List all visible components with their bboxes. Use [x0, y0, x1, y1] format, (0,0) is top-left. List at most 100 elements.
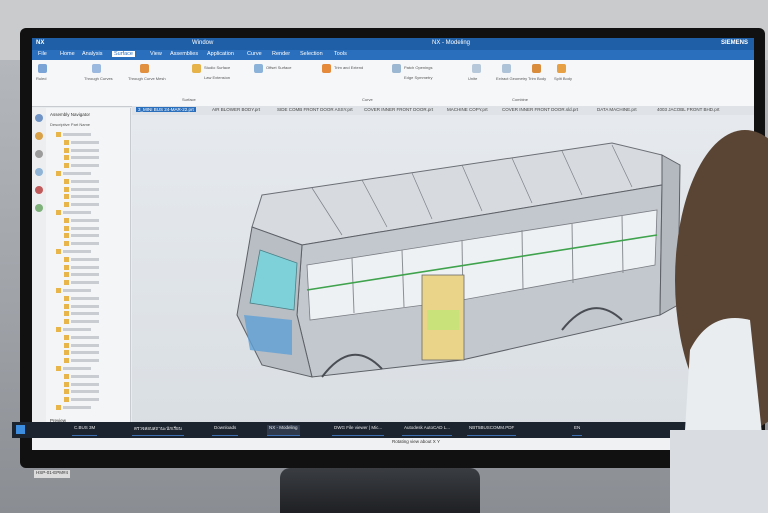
- tree-row[interactable]: [64, 217, 104, 224]
- tree-row[interactable]: [64, 147, 104, 154]
- assembly-navigator-icon[interactable]: [35, 114, 43, 122]
- tree-row[interactable]: [64, 139, 104, 146]
- folder-icon: [64, 350, 69, 356]
- menu-tools[interactable]: Tools: [334, 51, 347, 57]
- menu-view[interactable]: View: [150, 51, 162, 57]
- tree-row[interactable]: [56, 366, 96, 372]
- reuse-library-icon[interactable]: [35, 186, 43, 194]
- folder-icon: [64, 389, 69, 395]
- patch-openings-icon[interactable]: [392, 64, 401, 73]
- split-body-icon[interactable]: [557, 64, 566, 73]
- tree-row[interactable]: [64, 194, 104, 200]
- tree-row-label: [71, 398, 99, 402]
- tree-row[interactable]: [64, 303, 104, 310]
- through-curves-icon[interactable]: [92, 64, 101, 73]
- tree-row[interactable]: [64, 358, 104, 364]
- tree-row[interactable]: [64, 241, 104, 247]
- tree-row[interactable]: [56, 171, 96, 177]
- folder-icon: [56, 171, 61, 176]
- folder-icon: [64, 295, 69, 301]
- menu-home[interactable]: Home: [60, 51, 75, 57]
- taskbar-item[interactable]: NX - Modeling: [267, 425, 300, 436]
- trim-body-icon[interactable]: [532, 64, 541, 73]
- trim-extend-icon[interactable]: [322, 64, 331, 73]
- folder-icon: [56, 249, 61, 254]
- file-tab[interactable]: SIDE COMB FRONT DOOR ASSY.prt: [277, 107, 353, 112]
- tree-row[interactable]: [64, 342, 104, 349]
- tree-row[interactable]: [64, 389, 104, 395]
- unite-icon[interactable]: [472, 64, 481, 73]
- window-menu[interactable]: Window: [192, 40, 213, 46]
- asset-sticker: HSP-01-EPM#4: [34, 470, 70, 478]
- menu-analysis[interactable]: Analysis: [82, 51, 102, 57]
- folder-icon: [56, 288, 61, 293]
- tree-row[interactable]: [64, 397, 104, 403]
- history-icon[interactable]: [35, 150, 43, 158]
- tree-row[interactable]: [64, 264, 104, 271]
- tree-row[interactable]: [64, 272, 104, 278]
- file-tab[interactable]: DATA MACHINE.prt: [597, 107, 637, 112]
- tree-row[interactable]: [64, 202, 104, 208]
- taskbar-item[interactable]: DWG File viewer | Mic...: [332, 425, 385, 436]
- tree-row[interactable]: [64, 155, 104, 161]
- tree-row[interactable]: [64, 233, 104, 239]
- tree-row[interactable]: [64, 280, 104, 286]
- file-tab[interactable]: 3_MINI BUS 24-MAR-22.prt: [136, 107, 196, 112]
- file-tab[interactable]: AIR BLOWER BODY.prt: [212, 107, 260, 112]
- tree-row[interactable]: [64, 178, 104, 185]
- resource-bar: [32, 108, 47, 438]
- taskbar-item[interactable]: NBT5BUSCOMM.PDF: [467, 425, 517, 436]
- file-tab[interactable]: COVER INNER FRONT DOOR.sld.prt: [502, 107, 578, 112]
- tree-row[interactable]: [56, 288, 96, 294]
- part-navigator-icon[interactable]: [35, 132, 43, 140]
- menu-curve[interactable]: Curve: [247, 51, 262, 57]
- navigator-column-header[interactable]: Descriptive Part Name: [50, 122, 90, 127]
- folder-icon: [64, 186, 69, 192]
- folder-icon: [64, 147, 69, 153]
- file-tab[interactable]: COVER INNER FRONT DOOR.prt: [364, 107, 433, 112]
- tree-row-label: [63, 133, 91, 136]
- tree-row[interactable]: [56, 327, 96, 333]
- studio-surface-icon[interactable]: [192, 64, 201, 73]
- tree-row[interactable]: [56, 210, 96, 216]
- roles-icon[interactable]: [35, 168, 43, 176]
- folder-icon: [56, 210, 61, 215]
- folder-icon: [64, 178, 69, 184]
- offset-surface-icon[interactable]: [254, 64, 263, 73]
- ruled-icon[interactable]: [38, 64, 47, 73]
- app-badge[interactable]: NX: [36, 40, 44, 46]
- windows-start-icon[interactable]: [16, 425, 25, 434]
- menu-selection[interactable]: Selection: [300, 51, 323, 57]
- taskbar-item[interactable]: C.BUS 3M: [72, 425, 98, 436]
- menu-assemblies[interactable]: Assemblies: [170, 51, 198, 57]
- tree-row[interactable]: [64, 256, 104, 263]
- taskbar-item[interactable]: Downloads: [212, 425, 239, 436]
- tree-row[interactable]: [64, 295, 104, 302]
- folder-icon: [64, 397, 69, 403]
- tree-row[interactable]: [64, 186, 104, 193]
- extract-geometry-icon[interactable]: [502, 64, 511, 73]
- tree-row[interactable]: [64, 381, 104, 388]
- file-tab[interactable]: MACHINE COPY.prt: [447, 107, 488, 112]
- menu-surface[interactable]: Surface: [112, 51, 135, 57]
- language-indicator[interactable]: EN: [572, 425, 583, 436]
- tree-row[interactable]: [64, 163, 104, 169]
- through-curve-mesh-icon[interactable]: [140, 64, 149, 73]
- web-browser-icon[interactable]: [35, 204, 43, 212]
- tree-row[interactable]: [64, 311, 104, 317]
- tree-row[interactable]: [64, 319, 104, 325]
- tree-row[interactable]: [64, 350, 104, 356]
- tree-row-label: [71, 351, 99, 355]
- taskbar-item[interactable]: Autodesk AutoCAD L...: [402, 425, 453, 436]
- menu-render[interactable]: Render: [272, 51, 290, 57]
- tree-row[interactable]: [64, 373, 104, 380]
- tree-row[interactable]: [64, 225, 104, 232]
- menu-application[interactable]: Application: [207, 51, 234, 57]
- tree-row[interactable]: [56, 132, 96, 138]
- tree-row[interactable]: [64, 334, 104, 341]
- tree-row[interactable]: [56, 405, 96, 411]
- menu-file[interactable]: File: [38, 51, 47, 57]
- folder-icon: [64, 303, 69, 309]
- tree-row[interactable]: [56, 249, 96, 255]
- taskbar-item[interactable]: ตรวจสอบสถานะนักเรียน: [132, 425, 184, 436]
